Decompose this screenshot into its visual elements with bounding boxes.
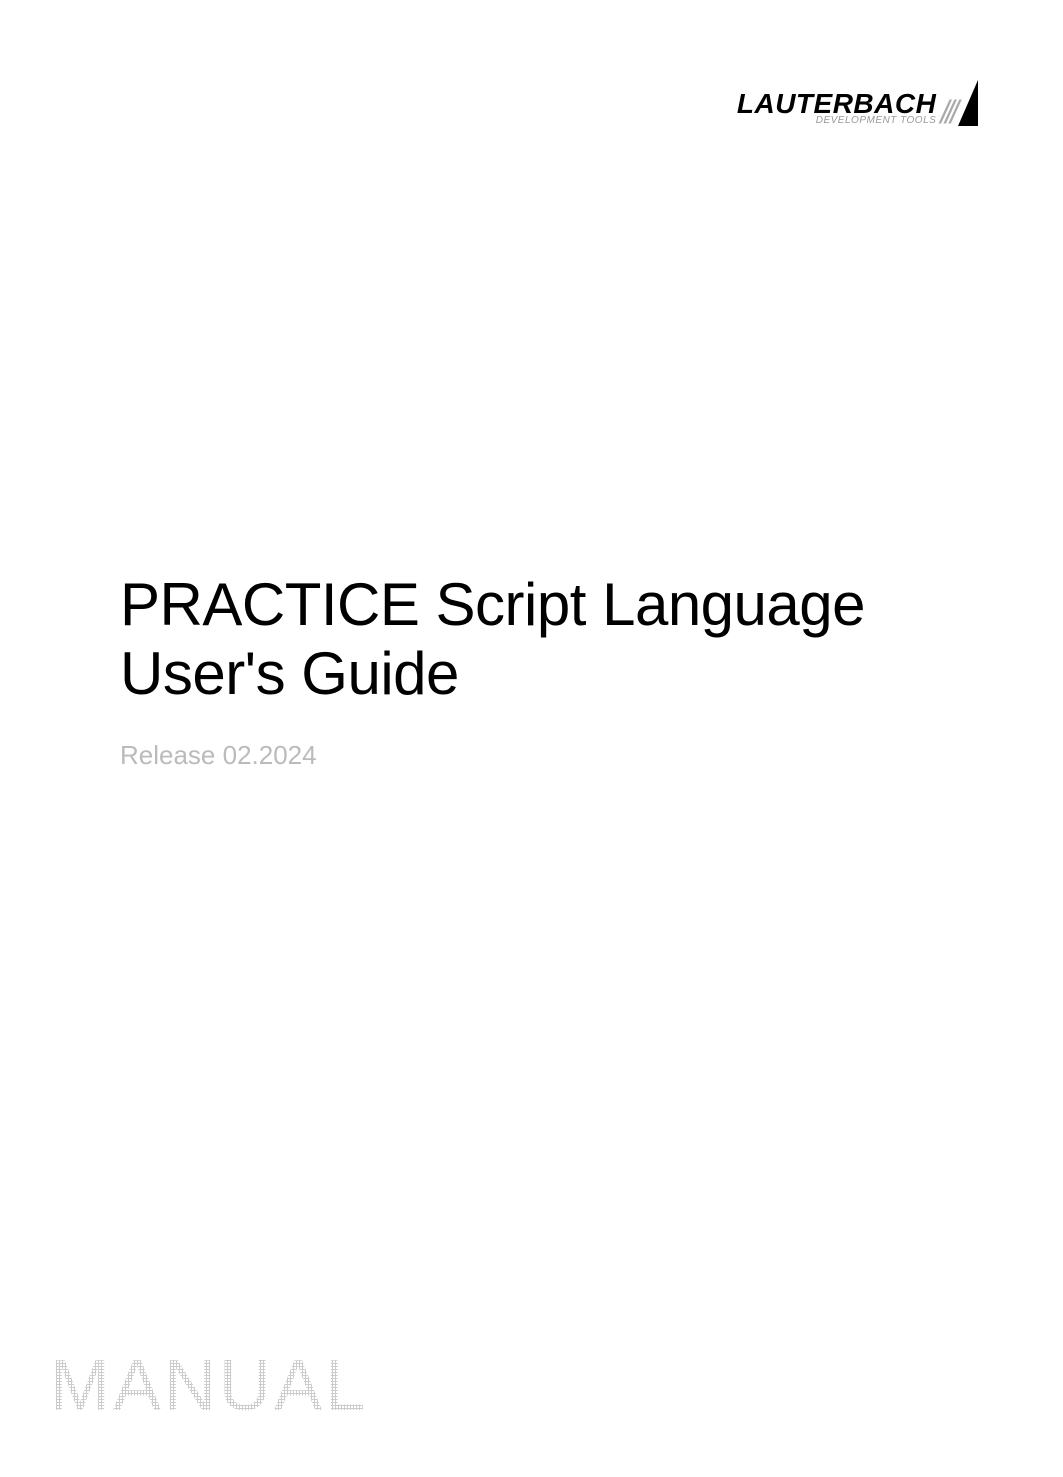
logo-text-block: LAUTERBACH DEVELOPMENT TOOLS <box>737 90 936 126</box>
logo-slashes-icon: /// <box>940 100 955 126</box>
logo-brand: LAUTERBACH <box>737 90 936 118</box>
title-block: PRACTICE Script Language User's Guide Re… <box>120 570 978 771</box>
manual-watermark: MANUAL <box>50 1345 368 1427</box>
document-title: PRACTICE Script Language User's Guide <box>120 570 978 708</box>
release-label: Release 02.2024 <box>120 740 978 771</box>
logo-triangle-icon <box>958 80 978 126</box>
logo-tagline: DEVELOPMENT TOOLS <box>816 116 937 126</box>
company-logo: LAUTERBACH DEVELOPMENT TOOLS /// <box>737 80 978 126</box>
